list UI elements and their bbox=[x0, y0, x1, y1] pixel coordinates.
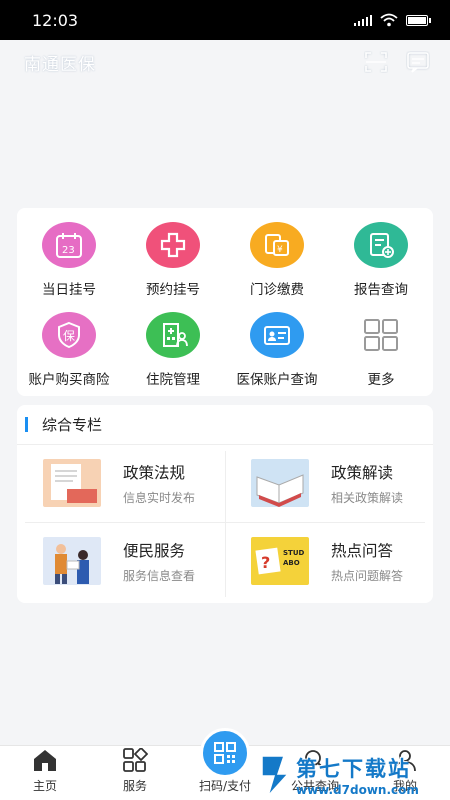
svg-text:STUD: STUD bbox=[283, 549, 305, 557]
column-item-policy-interpretation[interactable]: 政策解读 相关政策解读 bbox=[225, 445, 433, 521]
item-subtitle: 相关政策解读 bbox=[331, 490, 404, 505]
policy-document-thumbnail bbox=[43, 459, 101, 507]
insurance-shield-icon: 保 bbox=[42, 312, 96, 358]
status-bar: 12:03 bbox=[0, 0, 450, 40]
battery-icon bbox=[406, 14, 431, 26]
item-title: 政策解读 bbox=[331, 463, 394, 482]
watermark-logo bbox=[261, 755, 290, 797]
column-item-policy-regulations[interactable]: 政策法规 信息实时发布 bbox=[17, 445, 225, 521]
home-icon bbox=[34, 750, 56, 771]
tab-home[interactable]: 主页 bbox=[0, 746, 90, 800]
service-more[interactable]: 更多 bbox=[329, 312, 433, 388]
app-header: 南通医保 bbox=[0, 40, 450, 84]
qr-code-icon bbox=[214, 742, 236, 764]
payment-icon: ¥ bbox=[250, 222, 304, 268]
watermark-name: 第七下载站 bbox=[296, 757, 411, 781]
section-marker bbox=[25, 417, 28, 432]
svg-text:?: ? bbox=[261, 553, 270, 572]
svg-text:ABO: ABO bbox=[283, 559, 300, 567]
service-label: 医保账户查询 bbox=[236, 372, 318, 388]
open-book-thumbnail bbox=[251, 459, 309, 507]
service-account-query[interactable]: 医保账户查询 bbox=[225, 312, 329, 388]
status-icons bbox=[354, 13, 431, 27]
report-icon bbox=[354, 222, 408, 268]
question-sign-thumbnail: ? STUD ABO bbox=[251, 537, 309, 585]
services-grid-icon bbox=[123, 748, 148, 772]
calendar-icon: 23 bbox=[42, 222, 96, 268]
signal-icon bbox=[354, 14, 372, 26]
column-card: 综合专栏 政策法规 信息实时发布 政策解读 相关政策解读 便民服务 服务信息查看… bbox=[17, 405, 433, 603]
watermark-url: www.d7down.com bbox=[296, 783, 419, 797]
service-report-query[interactable]: 报告查询 bbox=[329, 222, 433, 298]
service-label: 住院管理 bbox=[146, 372, 200, 388]
scan-icon[interactable] bbox=[364, 51, 388, 73]
service-label: 门诊缴费 bbox=[250, 282, 304, 298]
wifi-icon bbox=[380, 13, 398, 27]
column-item-convenience-services[interactable]: 便民服务 服务信息查看 bbox=[17, 523, 225, 599]
tab-label: 扫码/支付 bbox=[198, 779, 252, 793]
tab-label: 服务 bbox=[122, 779, 147, 793]
column-header: 综合专栏 bbox=[17, 405, 433, 445]
services-card: 23 当日挂号 预约挂号 ¥ 门诊缴费 报告查询 保 账户购买商险 住院管理 医… bbox=[17, 208, 433, 396]
scan-pay-button[interactable] bbox=[200, 728, 250, 778]
service-appointment[interactable]: 预约挂号 bbox=[121, 222, 225, 298]
service-hospital-management[interactable]: 住院管理 bbox=[121, 312, 225, 388]
people-service-thumbnail bbox=[43, 537, 101, 585]
svg-text:保: 保 bbox=[63, 329, 75, 343]
service-label: 账户购买商险 bbox=[28, 372, 110, 388]
tab-services[interactable]: 服务 bbox=[90, 746, 180, 800]
column-divider-horizontal bbox=[25, 522, 425, 523]
service-label: 更多 bbox=[367, 372, 395, 388]
item-subtitle: 信息实时发布 bbox=[123, 490, 196, 505]
hospital-icon bbox=[146, 312, 200, 358]
watermark: 第七下载站 www.d7down.com bbox=[258, 750, 450, 800]
column-title: 综合专栏 bbox=[42, 416, 103, 434]
column-divider-vertical bbox=[225, 451, 226, 597]
service-label: 预约挂号 bbox=[146, 282, 200, 298]
svg-text:23: 23 bbox=[62, 245, 75, 256]
column-item-hot-qa[interactable]: ? STUD ABO 热点问答 热点问题解答 bbox=[225, 523, 433, 599]
service-label: 当日挂号 bbox=[42, 282, 96, 298]
item-subtitle: 服务信息查看 bbox=[123, 568, 196, 583]
item-title: 政策法规 bbox=[123, 463, 186, 482]
more-grid-icon bbox=[354, 312, 408, 358]
service-outpatient-payment[interactable]: ¥ 门诊缴费 bbox=[225, 222, 329, 298]
item-title: 便民服务 bbox=[123, 541, 186, 560]
service-daily-registration[interactable]: 23 当日挂号 bbox=[17, 222, 121, 298]
svg-text:¥: ¥ bbox=[277, 245, 283, 255]
id-card-icon bbox=[250, 312, 304, 358]
item-title: 热点问答 bbox=[331, 541, 394, 560]
status-time: 12:03 bbox=[32, 10, 79, 30]
service-label: 报告查询 bbox=[354, 282, 408, 298]
message-icon[interactable] bbox=[406, 51, 430, 73]
tab-label: 主页 bbox=[32, 779, 57, 793]
item-subtitle: 热点问题解答 bbox=[331, 568, 404, 583]
app-title: 南通医保 bbox=[24, 54, 96, 75]
service-commercial-insurance[interactable]: 保 账户购买商险 bbox=[17, 312, 121, 388]
medical-cross-icon bbox=[146, 222, 200, 268]
